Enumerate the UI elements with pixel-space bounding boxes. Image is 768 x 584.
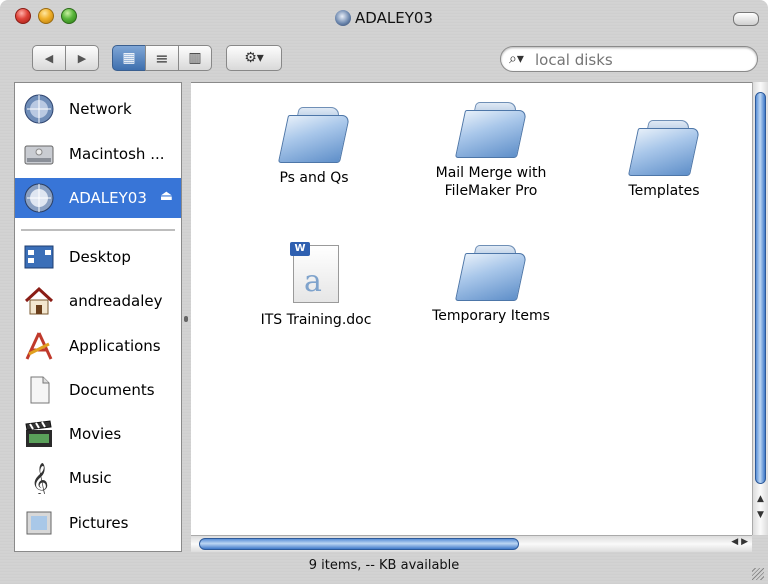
word-document-icon: Wa [290, 242, 339, 303]
documents-icon [30, 376, 50, 404]
pictures-frame-icon [26, 511, 52, 535]
magnifier-icon: ⌕▾ [509, 51, 524, 67]
list-view-icon: ≡ [155, 48, 169, 68]
file-browser-area: Ps and Qs Mail Merge with FileMaker Pro T… [191, 82, 752, 536]
back-arrow-icon: ◀ [44, 51, 54, 65]
forward-button[interactable]: ▶ [65, 45, 99, 71]
title-bar[interactable]: ADALEY03 [0, 0, 768, 34]
sidebar-item-applications[interactable]: Applications [15, 326, 181, 366]
movies-clapper-icon [25, 420, 52, 447]
scroll-arrows-icon[interactable]: ◀ ▶ [731, 537, 748, 547]
icon-view-button[interactable]: ▦ [112, 45, 146, 71]
window-title-text: ADALEY03 [355, 9, 433, 27]
file-item-label: Mail Merge with FileMaker Pro [435, 165, 547, 199]
status-text: 9 items, -- KB available [308, 558, 460, 573]
column-view-button[interactable]: ▥ [178, 45, 212, 71]
home-icon [24, 286, 54, 315]
sidebar-item-adaley03[interactable]: ADALEY03 ⏏ [15, 178, 181, 218]
gear-icon: ⚙▾ [244, 50, 264, 66]
file-item-ps-and-qs[interactable]: Ps and Qs [259, 103, 369, 187]
file-item-mail-merge[interactable]: Mail Merge with FileMaker Pro [411, 98, 571, 200]
file-item-label: Ps and Qs [279, 170, 349, 186]
network-volume-icon [24, 183, 54, 213]
action-menu-button[interactable]: ⚙▾ [226, 45, 282, 71]
file-item-templates[interactable]: Templates [609, 116, 719, 200]
vertical-scrollbar[interactable]: ▲ ▼ [752, 82, 768, 535]
folder-icon [454, 98, 528, 158]
sidebar-item-music[interactable]: 𝄞 Music [15, 458, 181, 498]
sidebar-item-desktop[interactable]: Desktop [15, 237, 181, 277]
sidebar-item-pictures[interactable]: Pictures [15, 503, 181, 543]
sidebar-divider [21, 229, 175, 231]
file-item-label: Temporary Items [432, 308, 550, 324]
search-input[interactable] [533, 50, 747, 70]
sidebar-item-network[interactable]: Network [15, 89, 181, 129]
folder-icon [277, 103, 351, 163]
file-item-label: ITS Training.doc [260, 312, 372, 328]
applications-icon [25, 332, 53, 360]
forward-arrow-icon: ▶ [77, 51, 87, 65]
scroll-up-arrow-icon[interactable]: ▲ [753, 494, 768, 504]
network-volume-icon [335, 10, 352, 26]
sidebar-item-label: Desktop [69, 248, 131, 266]
sidebar-resize-handle[interactable] [184, 316, 188, 322]
svg-text:𝄞: 𝄞 [31, 463, 49, 494]
eject-icon[interactable]: ⏏ [160, 188, 173, 204]
file-item-label: Templates [628, 183, 700, 199]
file-item-its-training-doc[interactable]: Wa ITS Training.doc [251, 242, 381, 329]
list-view-button[interactable]: ≡ [145, 45, 179, 71]
toolbar-toggle-button[interactable] [733, 12, 759, 26]
sidebar-item-movies[interactable]: Movies [15, 414, 181, 454]
file-item-temporary-items[interactable]: Temporary Items [421, 241, 561, 325]
sidebar-item-label: Network [69, 100, 132, 118]
sidebar-item-label: Music [69, 469, 112, 487]
status-bar: 9 items, -- KB available [0, 552, 768, 584]
horizontal-scrollbar[interactable]: ◀ ▶ [191, 535, 752, 552]
sidebar-item-label: andreadaley [69, 292, 163, 310]
sidebar-item-label: Documents [69, 381, 155, 399]
sidebar-item-label: Pictures [69, 514, 129, 532]
desktop-icon [24, 245, 54, 269]
sidebar-item-documents[interactable]: Documents [15, 370, 181, 410]
music-clef-icon: 𝄞 [31, 463, 49, 494]
hard-disk-icon [24, 145, 54, 165]
scroll-down-arrow-icon[interactable]: ▼ [753, 510, 768, 520]
toolbar: ◀ ▶ ▦ ≡ ▥ ⚙▾ ⌕▾ [0, 34, 768, 82]
sidebar-item-label: Applications [69, 337, 161, 355]
sidebar-item-label: Macintosh ... [69, 145, 165, 163]
folder-icon [454, 241, 528, 301]
window-title: ADALEY03 [0, 9, 768, 27]
resize-grip-icon[interactable] [752, 568, 764, 580]
folder-icon [627, 116, 701, 176]
search-field[interactable]: ⌕▾ [500, 46, 758, 72]
horizontal-scroll-thumb[interactable] [199, 538, 519, 550]
column-view-icon: ▥ [188, 50, 202, 66]
back-button[interactable]: ◀ [32, 45, 66, 71]
sidebar-item-home[interactable]: andreadaley [15, 281, 181, 321]
sidebar-item-label: ADALEY03 [69, 189, 147, 207]
sidebar-item-macintosh-hd[interactable]: Macintosh ... [15, 134, 181, 174]
finder-window: ADALEY03 ◀ ▶ ▦ ≡ ▥ ⚙▾ ⌕▾ Network Macinto… [0, 0, 768, 584]
sidebar: Network Macintosh ... ADALEY03 ⏏ Desktop… [14, 82, 182, 552]
vertical-scroll-thumb[interactable] [755, 92, 766, 484]
icon-view-icon: ▦ [122, 50, 136, 66]
network-globe-icon [24, 94, 54, 124]
sidebar-item-label: Movies [69, 425, 122, 443]
